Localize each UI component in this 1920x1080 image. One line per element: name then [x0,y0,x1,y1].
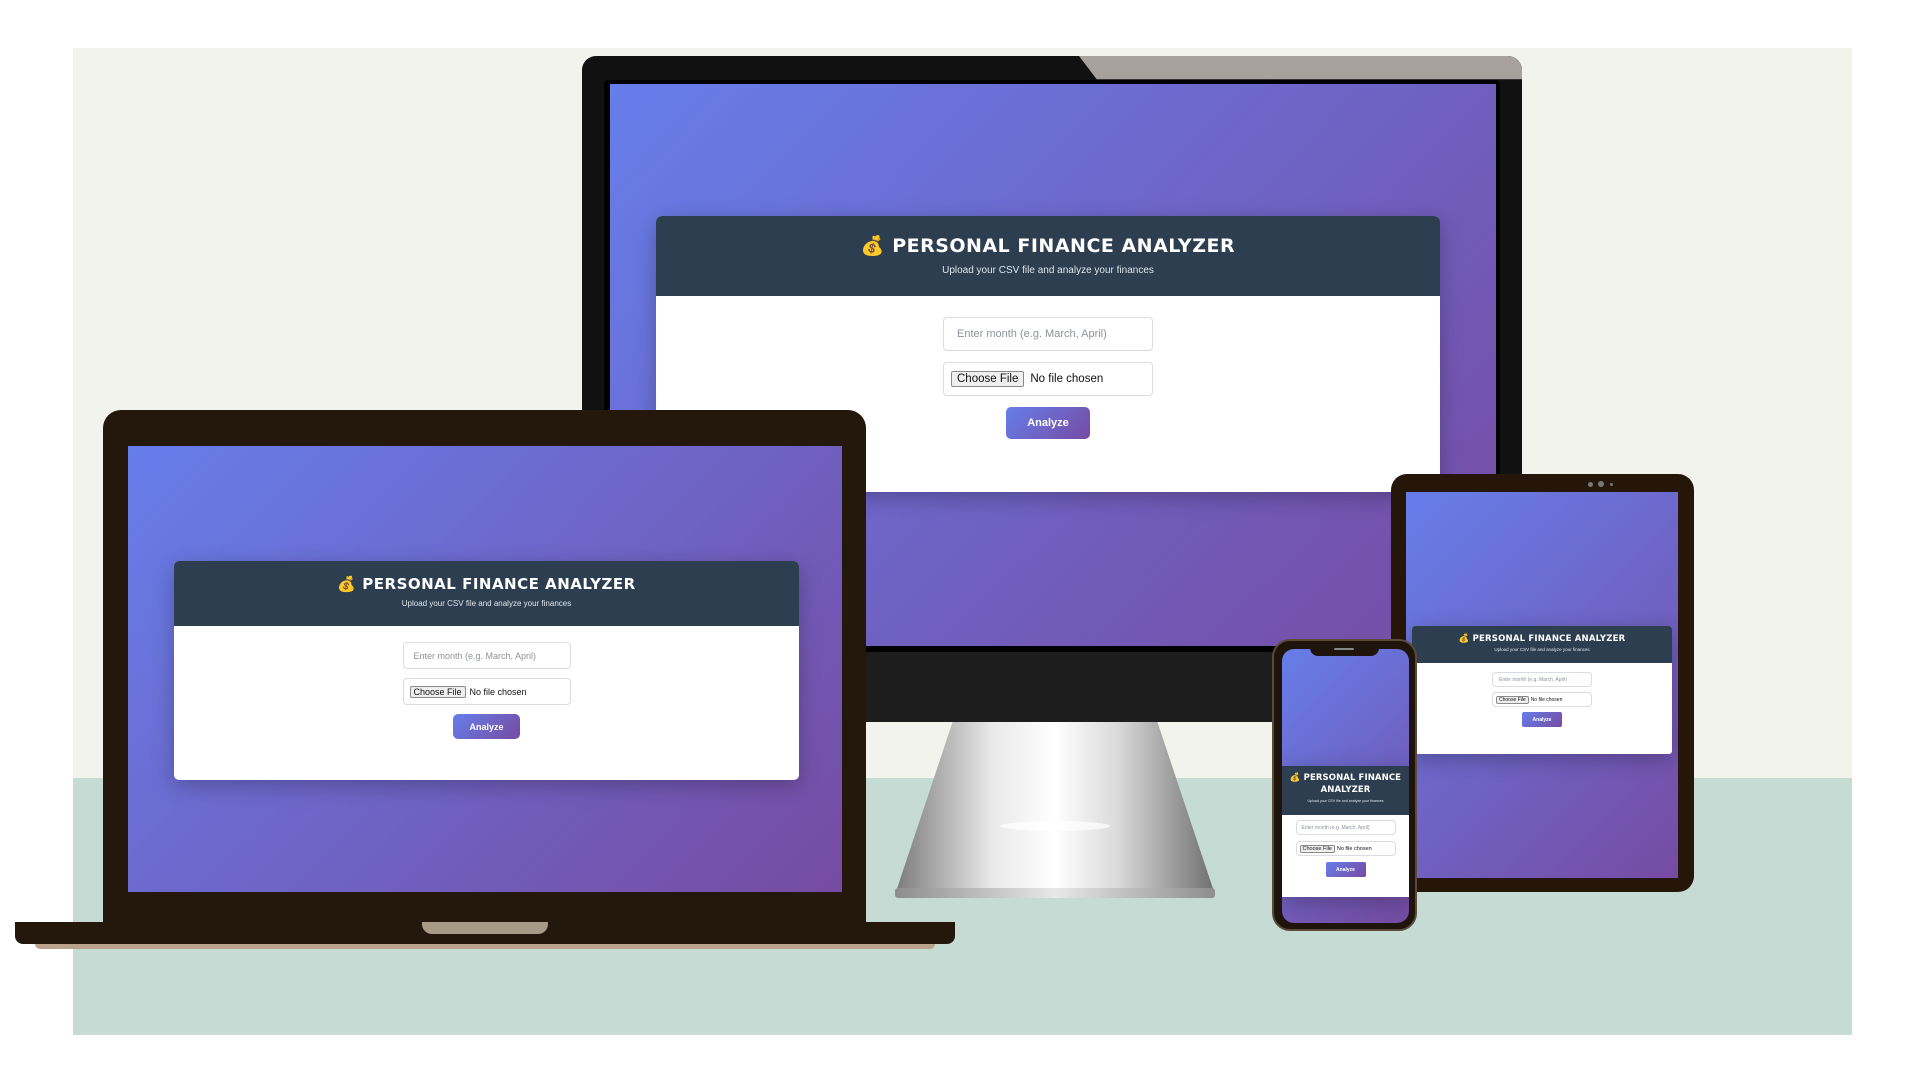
money-bag-icon: 💰 [1458,634,1470,644]
title-text: PERSONAL FINANCE ANALYZER [362,575,636,593]
monitor-stand-base [895,888,1215,898]
title-text: PERSONAL FINANCE ANALYZER [1472,634,1626,644]
month-input[interactable]: Enter month (e.g. March, April) [402,642,571,669]
no-file-text: No file chosen [1530,696,1563,703]
finance-card: 💰 PERSONAL FINANCE ANALYZER Upload your … [1282,766,1409,897]
page-subtitle: Upload your CSV file and analyze your fi… [1494,647,1590,652]
csv-file-input[interactable]: Choose File No file chosen [1295,841,1396,856]
phone-screen: 💰 PERSONAL FINANCE ANALYZER Upload your … [1282,649,1409,923]
page-subtitle: Upload your CSV file and analyze your fi… [1307,799,1384,803]
phone-speaker [1334,648,1354,650]
page-title: 💰 PERSONAL FINANCE ANALYZER [174,575,799,593]
tablet-camera [1588,482,1593,487]
money-bag-icon: 💰 [1289,773,1301,783]
money-bag-icon: 💰 [337,575,357,593]
page-title: 💰 PERSONAL FINANCE ANALYZER [1412,634,1672,644]
laptop-hinge [422,922,548,934]
page-subtitle: Upload your CSV file and analyze your fi… [401,599,572,608]
analyze-button[interactable]: Analyze [1325,862,1366,877]
no-file-text: No file chosen [1030,373,1104,385]
csv-file-input[interactable]: Choose File No file chosen [402,678,571,705]
laptop-screen: 💰 PERSONAL FINANCE ANALYZER Upload your … [128,446,842,892]
card-body: Enter month (e.g. March, April) Choose F… [174,626,799,739]
card-header: 💰 PERSONAL FINANCE ANALYZER Upload your … [656,216,1440,296]
choose-file-button[interactable]: Choose File [409,685,466,698]
page-subtitle: Upload your CSV file and analyze your fi… [942,265,1154,276]
tablet-screen: 💰 PERSONAL FINANCE ANALYZER Upload your … [1406,492,1678,878]
csv-file-input[interactable]: Choose File No file chosen [943,362,1153,396]
analyze-button[interactable]: Analyze [1006,407,1090,439]
title-text-line1: PERSONAL FINANCE [1303,773,1402,783]
card-header: 💰 PERSONAL FINANCE ANALYZER Upload your … [1282,766,1409,815]
money-bag-icon: 💰 [860,235,886,257]
page-title: 💰 PERSONAL FINANCE ANALYZER [656,234,1440,257]
choose-file-button[interactable]: Choose File [1299,844,1335,853]
title-text-line2: ANALYZER [1320,785,1371,795]
title-text: PERSONAL FINANCE ANALYZER [892,235,1236,257]
analyze-button[interactable]: Analyze [1522,712,1562,727]
choose-file-button[interactable]: Choose File [951,371,1025,387]
month-input[interactable]: Enter month (e.g. March, April) [1492,672,1592,687]
month-input[interactable]: Enter month (e.g. March, April) [1295,820,1396,835]
tablet-sensor [1610,483,1613,486]
card-header: 💰 PERSONAL FINANCE ANALYZER Upload your … [174,561,799,626]
month-input[interactable]: Enter month (e.g. March, April) [943,317,1153,351]
finance-card: 💰 PERSONAL FINANCE ANALYZER Upload your … [174,561,799,780]
no-file-text: No file chosen [469,686,527,697]
csv-file-input[interactable]: Choose File No file chosen [1492,692,1592,707]
card-body: Enter month (e.g. March, April) Choose F… [1282,815,1409,877]
finance-card: 💰 PERSONAL FINANCE ANALYZER Upload your … [1412,626,1672,754]
choose-file-button[interactable]: Choose File [1496,695,1529,704]
page-title: 💰 PERSONAL FINANCE ANALYZER [1282,772,1409,796]
analyze-button[interactable]: Analyze [453,714,520,739]
no-file-text: No file chosen [1336,845,1372,852]
tablet-camera [1598,481,1604,487]
monitor-stand-highlight [1000,821,1110,831]
laptop-base-edge [35,944,935,949]
card-header: 💰 PERSONAL FINANCE ANALYZER Upload your … [1412,626,1672,663]
card-body: Enter month (e.g. March, April) Choose F… [1412,663,1672,727]
